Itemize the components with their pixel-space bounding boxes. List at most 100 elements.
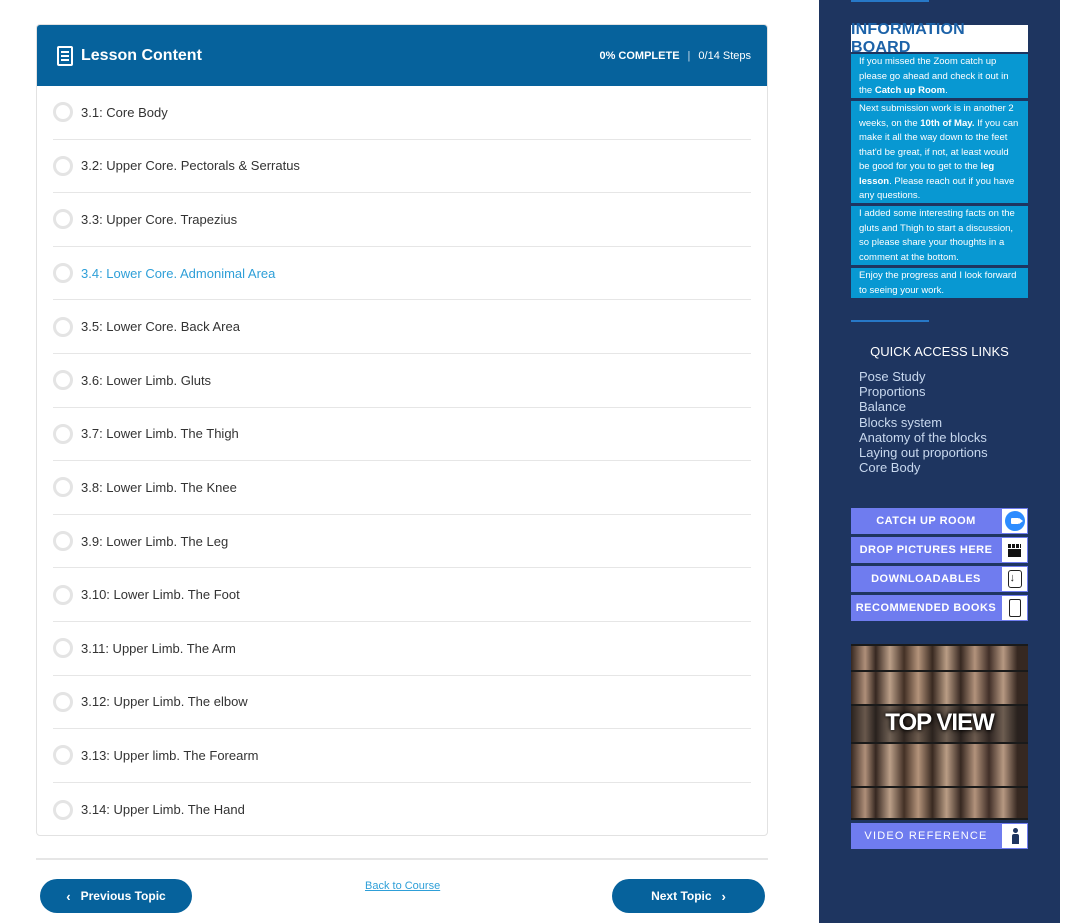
video-reference-label: VIDEO REFERENCE [864,830,988,842]
sidebar-divider [851,320,929,322]
lesson-item-label[interactable]: 3.5: Lower Core. Back Area [81,319,240,334]
lesson-item-label[interactable]: 3.10: Lower Limb. The Foot [81,587,240,602]
progress-separator: | [687,49,691,62]
catch-up-room-label: CATCH UP ROOM [876,515,976,527]
lesson-item-label[interactable]: 3.12: Upper Limb. The elbow [81,694,248,709]
video-reference-thumbnail[interactable]: TOP VIEW [851,644,1028,820]
lesson-item-label[interactable]: 3.13: Upper limb. The Forearm [81,748,259,763]
quick-access-list: Pose Study Proportions Balance Blocks sy… [859,369,988,475]
divider [36,858,768,860]
status-circle-icon [53,209,73,230]
clapperboard-icon [1002,538,1027,562]
chevron-right-icon: › [721,888,726,904]
status-circle-icon [53,477,73,498]
progress-percent: 0% COMPLETE [599,49,680,62]
lesson-item-label[interactable]: 3.6: Lower Limb. Gluts [81,373,211,388]
person-icon [1002,824,1027,848]
quick-link[interactable]: Laying out proportions [859,445,988,460]
lesson-item-label[interactable]: 3.8: Lower Limb. The Knee [81,480,237,495]
status-circle-icon [53,745,73,766]
lesson-item[interactable]: 3.7: Lower Limb. The Thigh [53,408,751,462]
info-text: . [945,85,948,96]
status-circle-icon [53,316,73,337]
lesson-item-label[interactable]: 3.2: Upper Core. Pectorals & Serratus [81,158,300,173]
info-block: Enjoy the progress and I look forward to… [851,268,1028,298]
lesson-list: 3.1: Core Body 3.2: Upper Core. Pectoral… [37,86,767,835]
downloadables-label: DOWNLOADABLES [871,573,981,585]
recommended-books-label: RECOMMENDED BOOKS [855,602,997,614]
drop-pictures-label: DROP PICTURES HERE [859,544,993,556]
lesson-item[interactable]: 3.12: Upper Limb. The elbow [53,676,751,730]
lesson-item-label[interactable]: 3.7: Lower Limb. The Thigh [81,426,239,441]
download-file-icon [1002,567,1027,591]
previous-topic-label: Previous Topic [80,889,166,903]
lesson-item-active[interactable]: 3.4: Lower Core. Admonimal Area [53,247,751,301]
status-circle-icon [53,423,73,444]
quick-link[interactable]: Anatomy of the blocks [859,430,988,445]
info-block: If you missed the Zoom catch up please g… [851,54,1028,98]
lesson-item-label[interactable]: 3.9: Lower Limb. The Leg [81,534,228,549]
lesson-item-label[interactable]: 3.1: Core Body [81,105,168,120]
lesson-item[interactable]: 3.9: Lower Limb. The Leg [53,515,751,569]
info-text-bold: Catch up Room [874,85,946,96]
info-block: Next submission work is in another 2 wee… [851,101,1028,203]
quick-link[interactable]: Pose Study [859,369,988,384]
lesson-item[interactable]: 3.10: Lower Limb. The Foot [53,568,751,622]
status-circle-icon [53,155,73,176]
lesson-item[interactable]: 3.3: Upper Core. Trapezius [53,193,751,247]
progress-status: 0% COMPLETE | 0/14 Steps [599,50,751,62]
chevron-left-icon: ‹ [66,888,71,904]
quick-access-title: QUICK ACCESS LINKS [870,344,1009,359]
lesson-item[interactable]: 3.6: Lower Limb. Gluts [53,354,751,408]
video-reference-button[interactable]: VIDEO REFERENCE [851,823,1028,849]
lesson-item[interactable]: 3.14: Upper Limb. The Hand [53,783,751,835]
next-topic-label: Next Topic [651,889,712,903]
lesson-item[interactable]: 3.2: Upper Core. Pectorals & Serratus [53,140,751,194]
lesson-item-label[interactable]: 3.4: Lower Core. Admonimal Area [81,266,275,281]
lesson-item-label[interactable]: 3.3: Upper Core. Trapezius [81,212,237,227]
status-circle-icon [53,531,73,552]
lesson-content-panel: Lesson Content 0% COMPLETE | 0/14 Steps … [36,24,768,836]
lesson-item[interactable]: 3.1: Core Body [53,86,751,140]
status-circle-icon [53,102,73,123]
thumbnail-strip [851,646,1028,670]
previous-topic-button[interactable]: ‹ Previous Topic [40,879,192,913]
downloadables-button[interactable]: DOWNLOADABLES [851,566,1028,592]
status-circle-icon [53,370,73,391]
info-text-bold: 10th of May. [920,117,975,129]
status-circle-icon [53,638,73,659]
quick-link[interactable]: Proportions [859,384,988,399]
lesson-item-label[interactable]: 3.11: Upper Limb. The Arm [81,641,236,656]
zoom-camera-icon [1002,509,1027,533]
drop-pictures-button[interactable]: DROP PICTURES HERE [851,537,1028,563]
document-icon [57,45,73,66]
lesson-item[interactable]: 3.8: Lower Limb. The Knee [53,461,751,515]
tablet-icon [1002,596,1027,620]
sidebar-top-rule [851,0,929,2]
recommended-books-button[interactable]: RECOMMENDED BOOKS [851,595,1028,621]
catch-up-room-button[interactable]: CATCH UP ROOM [851,508,1028,534]
next-topic-button[interactable]: Next Topic › [612,879,765,913]
status-circle-icon [53,263,73,284]
top-view-text: TOP VIEW [885,709,994,736]
lesson-item[interactable]: 3.13: Upper limb. The Forearm [53,729,751,783]
thumbnail-strip [851,788,1028,818]
thumbnail-strip [851,744,1028,786]
lesson-item-label[interactable]: 3.14: Upper Limb. The Hand [81,802,245,817]
sidebar: INFORMATION BOARD If you missed the Zoom… [819,0,1060,923]
status-circle-icon [53,799,73,820]
quick-link[interactable]: Balance [859,399,988,414]
quick-link[interactable]: Core Body [859,460,988,475]
progress-steps: 0/14 Steps [698,49,751,62]
lesson-item[interactable]: 3.5: Lower Core. Back Area [53,300,751,354]
thumbnail-strip [851,672,1028,704]
status-circle-icon [53,691,73,712]
info-block: I added some interesting facts on the gl… [851,206,1028,265]
lesson-title: Lesson Content [81,46,202,64]
lesson-header: Lesson Content 0% COMPLETE | 0/14 Steps [37,25,767,86]
lesson-item[interactable]: 3.11: Upper Limb. The Arm [53,622,751,676]
back-to-course-link[interactable]: Back to Course [365,880,440,892]
information-board-title: INFORMATION BOARD [851,21,1028,56]
quick-link[interactable]: Blocks system [859,415,988,430]
status-circle-icon [53,584,73,605]
